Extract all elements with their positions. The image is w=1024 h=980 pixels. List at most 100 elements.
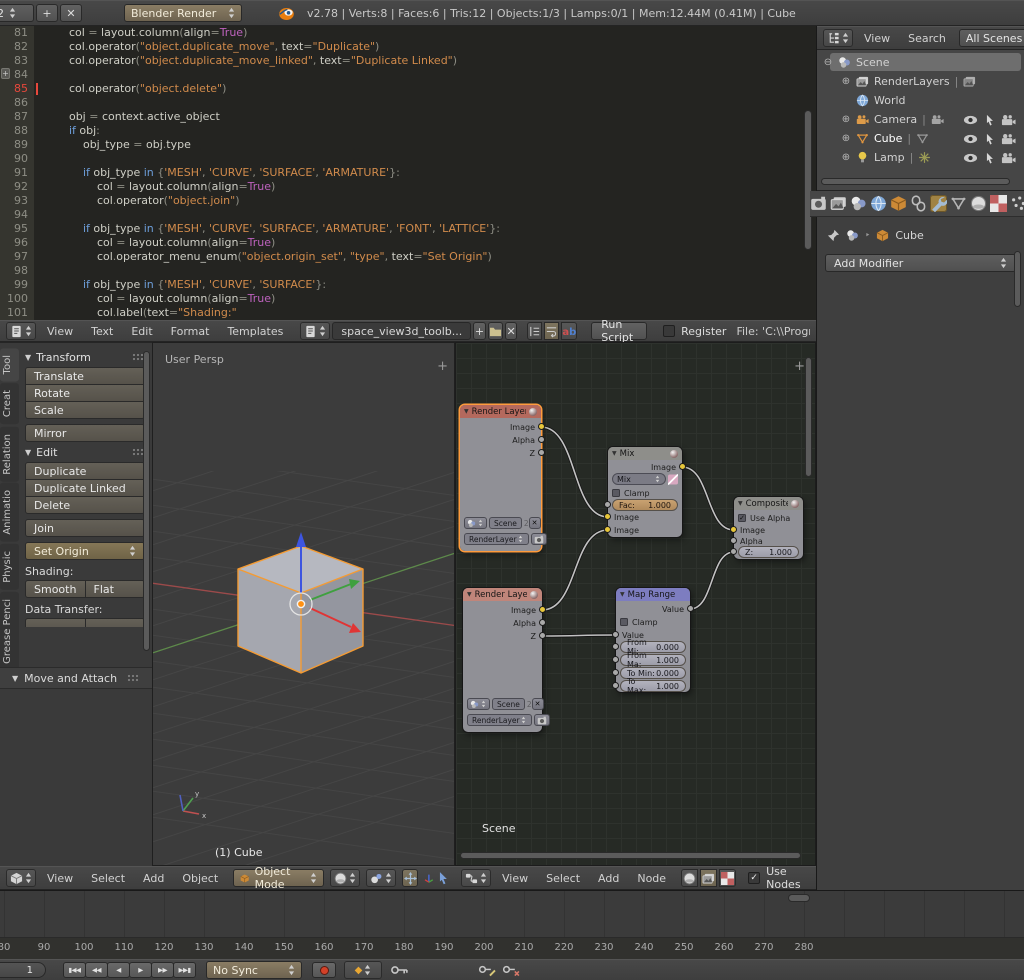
- node-header[interactable]: ▼Mix: [608, 447, 682, 460]
- selectable-toggle-icon[interactable]: [982, 114, 997, 126]
- toolshelf-tab-tool[interactable]: Tool: [0, 348, 19, 381]
- text-editor-scrollbar[interactable]: [804, 110, 812, 250]
- code-text[interactable]: if obj_type in {'MESH', 'CURVE', 'SURFAC…: [34, 166, 400, 180]
- toolshelf-tab-creat[interactable]: Creat: [0, 383, 19, 424]
- open-text-button[interactable]: [488, 322, 503, 340]
- node-socket-alpha[interactable]: [539, 619, 546, 626]
- unlink-text-button[interactable]: ✕: [505, 322, 518, 340]
- code-text[interactable]: col.label(text="Shading:": [34, 306, 237, 320]
- scene-browse-button[interactable]: [467, 698, 490, 710]
- toolshelf-button-delete[interactable]: Delete: [25, 496, 145, 514]
- text-menu-format[interactable]: Format: [162, 323, 219, 340]
- render-button[interactable]: [534, 714, 550, 726]
- node-menu-add[interactable]: Add: [589, 870, 628, 887]
- render-button[interactable]: [531, 533, 547, 545]
- eye-toggle-icon[interactable]: [963, 133, 978, 145]
- editor-type-button[interactable]: [461, 869, 491, 887]
- node-editor[interactable]: ▼Render LayersImageAlphaZScene2✕RenderLa…: [455, 342, 816, 866]
- text-menu-view[interactable]: View: [38, 323, 82, 340]
- node-socket-z[interactable]: [538, 449, 545, 456]
- outliner-menu-search[interactable]: Search: [899, 30, 955, 47]
- unlink-button[interactable]: ✕: [529, 517, 541, 529]
- properties-tab-scene[interactable]: [850, 195, 867, 212]
- playback-next-keyframe[interactable]: ▶▶: [151, 962, 174, 978]
- view3d-menu-add[interactable]: Add: [134, 870, 173, 887]
- pin-icon[interactable]: [827, 229, 840, 242]
- code-text[interactable]: [34, 68, 41, 82]
- toolshelf-button-scale[interactable]: Scale: [25, 401, 145, 419]
- code-text[interactable]: col.operator("object.delete"): [34, 82, 226, 96]
- code-text[interactable]: [34, 152, 41, 166]
- toolshelf-button-mirror[interactable]: Mirror: [25, 424, 145, 442]
- shader-nodes-toggle[interactable]: [681, 869, 698, 887]
- node-socket-img2[interactable]: [604, 526, 611, 533]
- view3d-menu-select[interactable]: Select: [82, 870, 134, 887]
- node-header[interactable]: ▼Render Layers: [463, 588, 542, 601]
- properties-tab-texture[interactable]: [990, 195, 1007, 212]
- color-swatch-icon[interactable]: [668, 473, 678, 486]
- properties-tab-material[interactable]: [970, 195, 987, 212]
- text-editor[interactable]: 81 col = layout.column(align=True)82 col…: [0, 26, 816, 320]
- pivot-point-select[interactable]: [366, 869, 396, 887]
- mode-select[interactable]: Object Mode: [233, 869, 324, 887]
- use-nodes-checkbox[interactable]: ✓: [748, 872, 760, 884]
- properties-tab-render-layers[interactable]: [830, 195, 847, 212]
- timeline-scrollbar[interactable]: [788, 894, 810, 902]
- node-editor-hscrollbar[interactable]: [460, 852, 801, 859]
- node-menu-node[interactable]: Node: [628, 870, 675, 887]
- viewport-shading-select[interactable]: [330, 869, 360, 887]
- node-render-layers[interactable]: ▼Render LayersImageAlphaZScene2✕RenderLa…: [463, 588, 542, 732]
- timeline-ruler[interactable]: 8090100110120130140150160170180190200210…: [0, 938, 1024, 959]
- toolshelf-menu-set-origin[interactable]: Set Origin: [25, 542, 145, 560]
- code-text[interactable]: [34, 264, 41, 278]
- toolshelf-button-join[interactable]: Join: [25, 519, 145, 537]
- properties-tab-particles[interactable]: [1010, 195, 1024, 212]
- node-socket-val[interactable]: [687, 605, 694, 612]
- properties-scrollbar[interactable]: [1014, 251, 1021, 307]
- toolshelf-button-cut[interactable]: [25, 618, 86, 627]
- properties-tab-render[interactable]: [810, 195, 827, 212]
- keying-set-select[interactable]: ◆: [344, 961, 382, 979]
- code-text[interactable]: obj = context.active_object: [34, 110, 220, 124]
- toolshelf-tab-relation[interactable]: Relation: [0, 427, 19, 482]
- node-header[interactable]: ▼Composite: [734, 497, 803, 510]
- node-socket-alpha[interactable]: [538, 436, 545, 443]
- viewport-3d[interactable]: x y User Persp (1) Cube +: [152, 342, 455, 866]
- timeline-track-area[interactable]: [0, 891, 1024, 938]
- code-text[interactable]: col.operator("object.duplicate_move", te…: [34, 40, 379, 54]
- toolshelf-tab-grease-penci[interactable]: Grease Penci: [0, 592, 19, 671]
- playback-play[interactable]: ▶: [129, 962, 152, 978]
- playback-jump-to-start[interactable]: ▮◀◀: [63, 962, 86, 978]
- node-menu-select[interactable]: Select: [537, 870, 589, 887]
- node-mix[interactable]: ▼MixImageMixClampFac:1.000ImageImage: [608, 447, 682, 537]
- renderlayer-select[interactable]: RenderLayer: [464, 533, 529, 545]
- screen-layout-select[interactable]: 2: [0, 4, 34, 22]
- expander-icon[interactable]: ⊕: [839, 133, 853, 144]
- node-socket-img[interactable]: [538, 423, 545, 430]
- scene-name-field[interactable]: Scene: [492, 698, 525, 710]
- code-text[interactable]: col = layout.column(align=True): [34, 180, 275, 194]
- code-text[interactable]: col = layout.column(align=True): [34, 26, 247, 40]
- unlink-button[interactable]: ✕: [532, 698, 544, 710]
- code-text[interactable]: col = layout.column(align=True): [34, 292, 275, 306]
- editor-type-button[interactable]: [823, 29, 853, 47]
- outliner-row-cube[interactable]: ⊕Cube|: [817, 129, 1024, 148]
- code-text[interactable]: if obj:: [34, 124, 100, 138]
- render-toggle-icon[interactable]: [1001, 133, 1016, 145]
- node-checkbox-row[interactable]: Clamp: [612, 487, 678, 499]
- new-text-button[interactable]: +: [473, 322, 486, 340]
- delete-screen-button[interactable]: ✕: [60, 4, 82, 22]
- tool-shelf-scrollbar[interactable]: [143, 351, 150, 651]
- render-toggle-icon[interactable]: [1001, 152, 1016, 164]
- expander-icon[interactable]: ⊖: [821, 57, 835, 68]
- node-socket-img[interactable]: [730, 526, 737, 533]
- node-checkbox-row[interactable]: ✓Use Alpha: [738, 512, 799, 524]
- add-modifier-button[interactable]: Add Modifier: [825, 254, 1016, 272]
- node-socket-z[interactable]: [730, 548, 737, 555]
- selectable-toggle-icon[interactable]: [982, 133, 997, 145]
- toggle-line-numbers-button[interactable]: [527, 322, 542, 340]
- datablock-browse-button[interactable]: [300, 322, 330, 340]
- code-text[interactable]: col = layout.column(align=True): [34, 236, 275, 250]
- node-value-slider[interactable]: Fac:1.000: [612, 499, 678, 511]
- code-area[interactable]: 81 col = layout.column(align=True)82 col…: [0, 26, 816, 320]
